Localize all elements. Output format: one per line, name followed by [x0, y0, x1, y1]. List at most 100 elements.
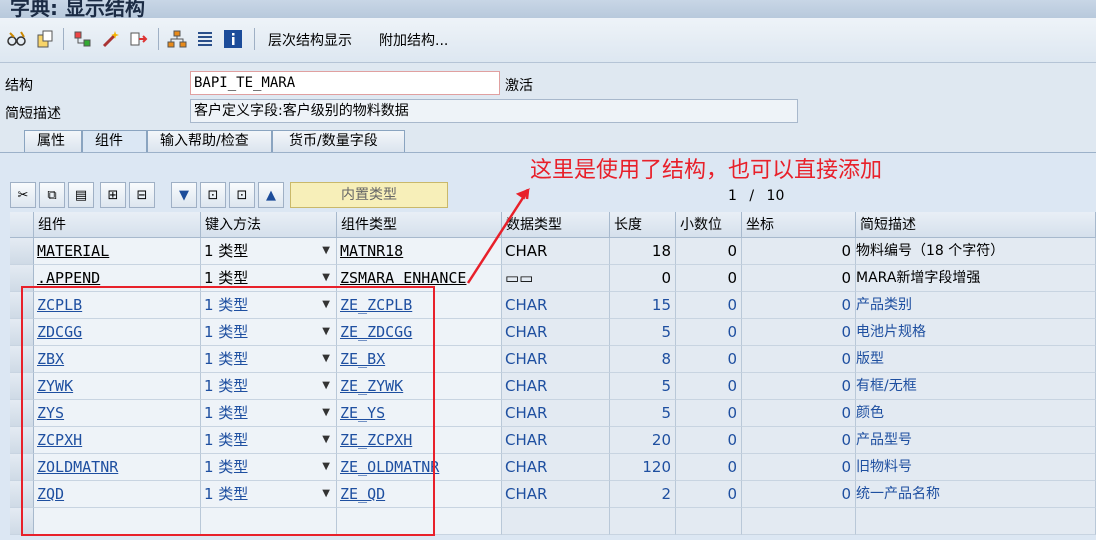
cell-data-type[interactable]: CHAR	[502, 454, 610, 481]
cell-decimals[interactable]	[676, 508, 742, 535]
builtin-type-button[interactable]: 内置类型	[290, 182, 448, 208]
col-coord[interactable]: 坐标	[742, 212, 856, 238]
cell-length[interactable]: 5	[610, 319, 676, 346]
cell-coord[interactable]: 0	[742, 238, 856, 265]
cell-decimals[interactable]: 0	[676, 481, 742, 508]
cell-desc[interactable]: 物料编号（18 个字符）	[856, 238, 1096, 265]
cell-length[interactable]: 18	[610, 238, 676, 265]
cell-coord[interactable]: 0	[742, 346, 856, 373]
cell-length[interactable]	[610, 508, 676, 535]
cell-length[interactable]: 2	[610, 481, 676, 508]
cell-decimals[interactable]: 0	[676, 292, 742, 319]
cell-desc[interactable]	[856, 508, 1096, 535]
cell-data-type-text: CHAR	[505, 350, 548, 368]
cell-coord-text: 0	[841, 323, 851, 341]
cell-length[interactable]: 20	[610, 427, 676, 454]
cell-coord[interactable]: 0	[742, 427, 856, 454]
cell-desc[interactable]: 统一产品名称	[856, 481, 1096, 508]
cell-desc[interactable]: 版型	[856, 346, 1096, 373]
tab-currency-qty[interactable]: 货币/数量字段	[272, 130, 405, 152]
cell-coord[interactable]	[742, 508, 856, 535]
col-method[interactable]: 键入方法	[201, 212, 337, 238]
cell-desc[interactable]: 旧物料号	[856, 454, 1096, 481]
cell-length[interactable]: 5	[610, 373, 676, 400]
cell-decimals[interactable]: 0	[676, 454, 742, 481]
cell-desc[interactable]: 有框/无框	[856, 373, 1096, 400]
short-desc-field[interactable]: 客户定义字段:客户级别的物料数据	[190, 99, 798, 123]
cell-component[interactable]: MATERIAL	[34, 238, 201, 265]
cell-decimals[interactable]: 0	[676, 400, 742, 427]
cell-desc[interactable]: 产品类别	[856, 292, 1096, 319]
cell-coord[interactable]: 0	[742, 265, 856, 292]
cell-desc[interactable]: 产品型号	[856, 427, 1096, 454]
cell-data-type[interactable]: CHAR	[502, 238, 610, 265]
tab-input-help[interactable]: 输入帮助/检查	[147, 130, 272, 152]
dropdown-arrow-icon[interactable]: ▼	[322, 238, 330, 264]
magic-wand-icon[interactable]	[100, 28, 122, 50]
cell-data-type[interactable]: ▭▭	[502, 265, 610, 292]
cell-decimals[interactable]: 0	[676, 373, 742, 400]
structure-field[interactable]: BAPI_TE_MARA	[190, 71, 500, 95]
cell-decimals[interactable]: 0	[676, 265, 742, 292]
org-tree-icon[interactable]	[166, 28, 188, 50]
info-icon[interactable]	[222, 28, 244, 50]
object-copy-icon[interactable]	[34, 28, 56, 50]
cell-coord[interactable]: 0	[742, 373, 856, 400]
col-decimals[interactable]: 小数位	[676, 212, 742, 238]
cell-length[interactable]: 8	[610, 346, 676, 373]
copy-icon[interactable]: ⧉	[39, 182, 65, 208]
cell-desc[interactable]: MARA新增字段增强	[856, 265, 1096, 292]
append-structure-button[interactable]: 附加结构...	[379, 30, 448, 50]
col-data-type[interactable]: 数据类型	[502, 212, 610, 238]
cell-decimals[interactable]: 0	[676, 427, 742, 454]
first-page-icon[interactable]: ⊡	[200, 182, 226, 208]
cell-decimals[interactable]: 0	[676, 319, 742, 346]
tab-components[interactable]: 组件	[82, 130, 147, 152]
cell-coord[interactable]: 0	[742, 400, 856, 427]
col-comp-type[interactable]: 组件类型	[337, 212, 502, 238]
pager: 1 / 10	[728, 188, 784, 204]
cell-data-type[interactable]: CHAR	[502, 481, 610, 508]
cell-length[interactable]: 5	[610, 400, 676, 427]
col-component[interactable]: 组件	[34, 212, 201, 238]
cell-length[interactable]: 0	[610, 265, 676, 292]
cell-data-type[interactable]: CHAR	[502, 292, 610, 319]
cell-desc[interactable]: 颜色	[856, 400, 1096, 427]
prev-page-icon[interactable]: ⊡	[229, 182, 255, 208]
cut-icon[interactable]: ✂	[10, 182, 36, 208]
cell-length[interactable]: 120	[610, 454, 676, 481]
insert-row-icon[interactable]: ⊞	[100, 182, 126, 208]
cell-coord[interactable]: 0	[742, 454, 856, 481]
move-up-icon[interactable]: ▲	[258, 182, 284, 208]
glasses-icon[interactable]	[6, 28, 28, 50]
tab-attributes[interactable]: 属性	[24, 130, 82, 152]
row-selector[interactable]	[10, 238, 34, 265]
delete-row-icon[interactable]: ⊟	[129, 182, 155, 208]
paste-icon[interactable]: ▤	[68, 182, 94, 208]
cell-data-type[interactable]: CHAR	[502, 373, 610, 400]
cell-coord[interactable]: 0	[742, 292, 856, 319]
cell-coord[interactable]: 0	[742, 319, 856, 346]
cell-comp-type[interactable]: MATNR18	[337, 238, 502, 265]
cell-data-type[interactable]: CHAR	[502, 400, 610, 427]
col-desc[interactable]: 简短描述	[856, 212, 1096, 238]
cell-data-type[interactable]: CHAR	[502, 346, 610, 373]
hierarchy-display-button[interactable]: 层次结构显示	[268, 30, 352, 50]
cell-decimals[interactable]: 0	[676, 238, 742, 265]
cell-decimals[interactable]: 0	[676, 346, 742, 373]
cell-data-type[interactable]: CHAR	[502, 319, 610, 346]
cell-method[interactable]: 1 类型 ▼	[201, 238, 337, 265]
table-row[interactable]: MATERIAL 1 类型 ▼ MATNR18 CHAR 18 0 0 物料编号（18 个字符）	[10, 238, 1096, 265]
cell-coord-text: 0	[841, 485, 851, 503]
list-icon[interactable]	[194, 28, 216, 50]
cell-length[interactable]: 15	[610, 292, 676, 319]
select-all-header[interactable]	[10, 212, 34, 238]
move-down-icon[interactable]: ▼	[171, 182, 197, 208]
hierarchy-icon[interactable]	[72, 28, 94, 50]
cell-data-type[interactable]	[502, 508, 610, 535]
cell-data-type[interactable]: CHAR	[502, 427, 610, 454]
cell-coord[interactable]: 0	[742, 481, 856, 508]
cell-desc[interactable]: 电池片规格	[856, 319, 1096, 346]
transport-icon[interactable]	[128, 28, 150, 50]
col-length[interactable]: 长度	[610, 212, 676, 238]
